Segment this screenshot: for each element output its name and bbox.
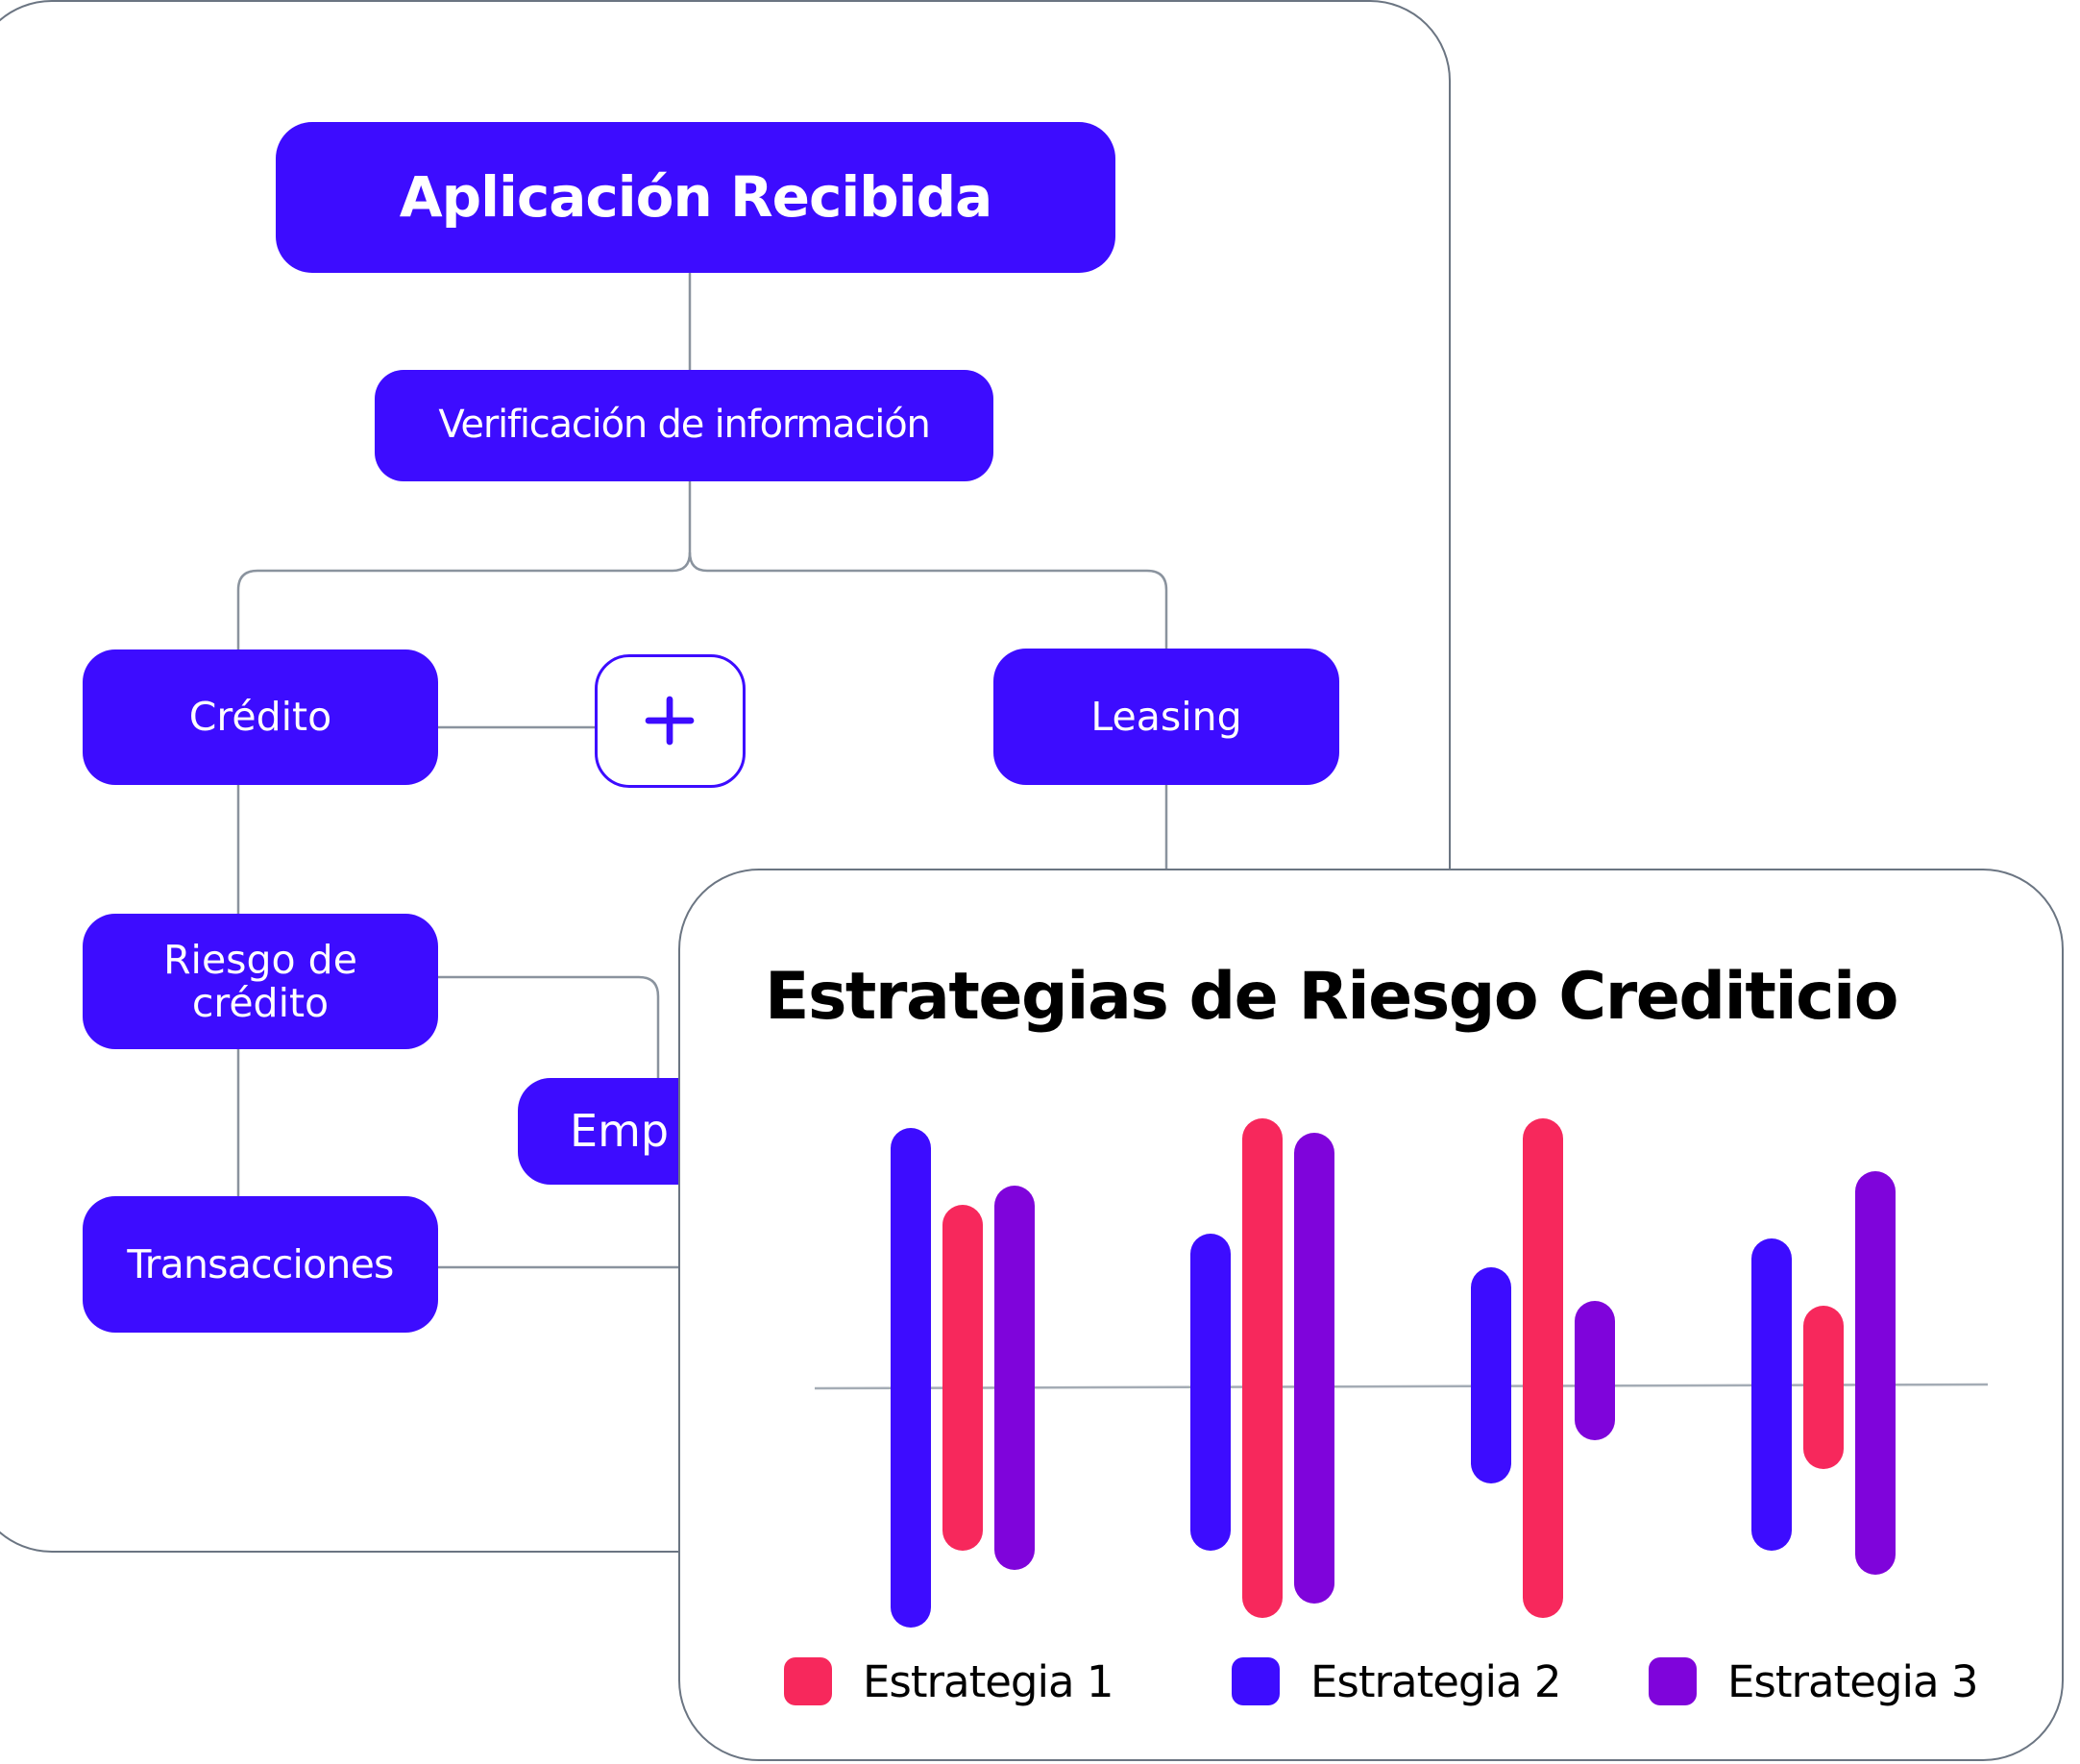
chart-card: Estrategias de Riesgo Crediticio Estrate… [678,869,2064,1761]
connector-verif-branch [236,481,692,649]
node-label: Leasing [1090,693,1242,740]
connector-verif-leasing [688,551,1168,649]
legend-label: Estrategia 1 [863,1655,1114,1707]
legend-swatch [1232,1657,1280,1705]
node-label: Aplicación Recibida [399,164,993,231]
node-label: Verificación de información [438,403,930,448]
plus-icon [645,696,695,746]
chart-title: Estrategias de Riesgo Crediticio [765,959,1899,1035]
node-leasing[interactable]: Leasing [993,649,1339,785]
node-transacciones[interactable]: Transacciones [83,1196,438,1333]
node-label: Transacciones [127,1240,394,1287]
legend-item-estrategia-3[interactable]: Estrategia 3 [1649,1655,1979,1707]
node-credito[interactable]: Crédito [83,649,438,785]
legend-swatch [784,1657,832,1705]
legend-label: Estrategia 2 [1310,1655,1562,1707]
node-label-line2: crédito [191,979,330,1026]
legend-swatch [1649,1657,1697,1705]
legend-label: Estrategia 3 [1727,1655,1979,1707]
node-riesgo-credito[interactable]: Riesgo de crédito [83,914,438,1049]
legend-item-estrategia-2[interactable]: Estrategia 2 [1232,1655,1562,1707]
node-label: Crédito [188,694,332,741]
node-verificacion[interactable]: Verificación de información [375,370,993,481]
node-aplicacion-recibida[interactable]: Aplicación Recibida [276,122,1115,273]
node-label: Emp [570,1104,670,1157]
legend-item-estrategia-1[interactable]: Estrategia 1 [784,1655,1114,1707]
connector-riesgo-emp [438,975,660,1078]
node-label-line1: Riesgo de [163,937,357,984]
add-node-button[interactable] [595,654,746,788]
